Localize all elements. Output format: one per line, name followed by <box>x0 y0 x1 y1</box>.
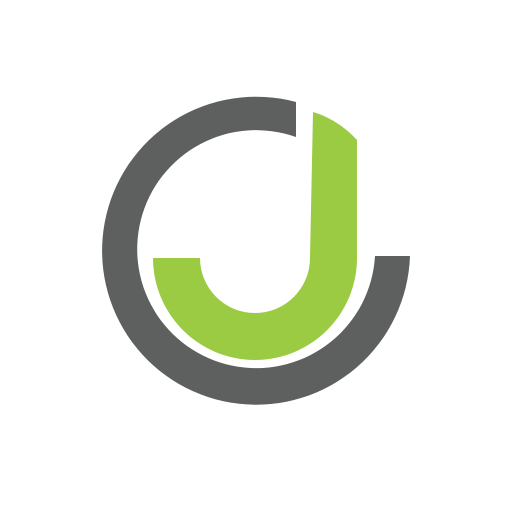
logo-canvas <box>0 0 512 512</box>
j-circle-logo-icon <box>102 96 410 405</box>
